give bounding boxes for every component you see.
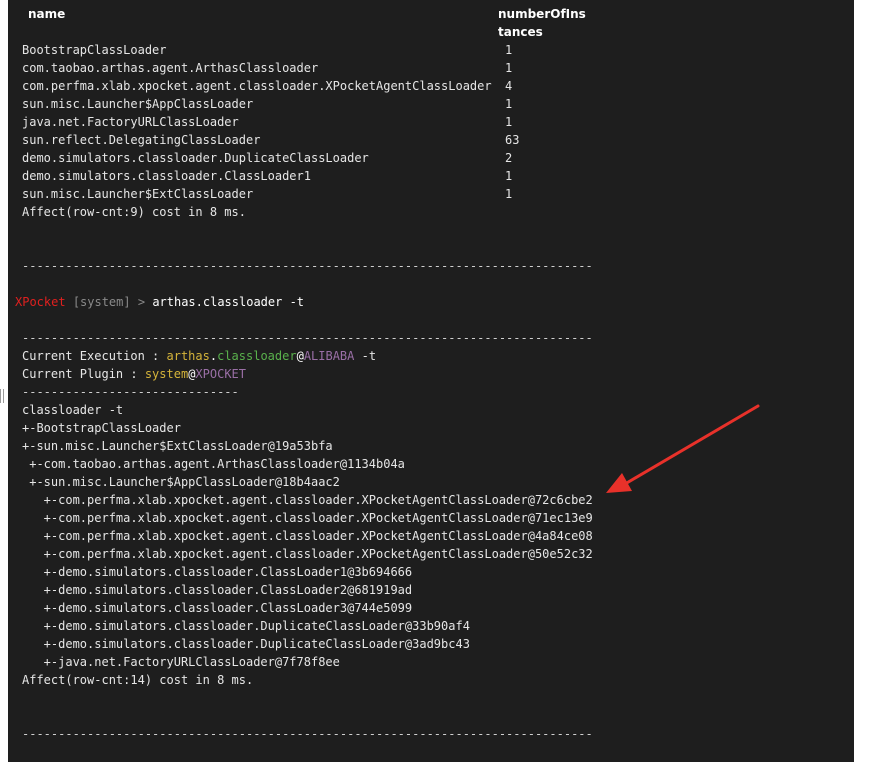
- plugin-name: system: [144, 367, 189, 381]
- separator: ----------------------------------------…: [22, 331, 593, 345]
- affect-summary: Affect(row-cnt:14) cost in 8 ms.: [22, 673, 254, 687]
- execution-vendor: ALIBABA: [303, 349, 355, 363]
- table-row: java.net.FactoryURLClassLoader 1: [22, 113, 512, 131]
- separator: ----------------------------------------…: [22, 727, 593, 741]
- current-execution: Current Execution : arthas.classloader@A…: [22, 347, 376, 365]
- tree-line: +-sun.misc.Launcher$ExtClassLoader@19a53…: [22, 439, 333, 453]
- tree-line: +-com.perfma.xlab.xpocket.agent.classloa…: [22, 547, 593, 561]
- row-count: 1: [505, 43, 513, 57]
- row-name: BootstrapClassLoader: [22, 43, 167, 57]
- execution-args: -t: [354, 349, 377, 363]
- column-header-instances-line1: numberOfIns: [498, 7, 586, 21]
- command-prompt: XPocket [system] > arthas.classloader -t: [15, 293, 304, 311]
- terminal-output: name numberOfIns tances BootstrapClassLo…: [8, 0, 854, 762]
- row-name: com.perfma.xlab.xpocket.agent.classloade…: [22, 79, 492, 93]
- row-name: demo.simulators.classloader.DuplicateCla…: [22, 151, 369, 165]
- execution-at: @: [296, 349, 304, 363]
- tree-line: +-com.perfma.xlab.xpocket.agent.classloa…: [22, 493, 593, 507]
- tree-command: classloader -t: [22, 403, 124, 417]
- execution-dot: .: [209, 349, 218, 363]
- table-row: demo.simulators.classloader.ClassLoader1…: [22, 167, 512, 185]
- tree-line: +-demo.simulators.classloader.ClassLoade…: [22, 565, 413, 579]
- tree-line: +-sun.misc.Launcher$AppClassLoader@18b4a…: [22, 475, 340, 489]
- tree-line: +-demo.simulators.classloader.ClassLoade…: [22, 583, 413, 597]
- row-count: 1: [505, 187, 513, 201]
- execution-command: classloader: [217, 349, 297, 363]
- row-count: 1: [505, 97, 513, 111]
- row-count: 1: [505, 61, 513, 75]
- column-header-instances-line2: tances: [498, 25, 543, 39]
- prompt-arrow: >: [137, 295, 146, 309]
- tree-line: +-com.perfma.xlab.xpocket.agent.classloa…: [22, 529, 593, 543]
- tree-line: +-java.net.FactoryURLClassLoader@7f78f8e…: [22, 655, 340, 669]
- table-row: sun.misc.Launcher$ExtClassLoader 1: [22, 185, 512, 203]
- tree-line: +-demo.simulators.classloader.DuplicateC…: [22, 637, 470, 651]
- execution-label: Current Execution :: [22, 349, 167, 363]
- row-count: 1: [505, 115, 513, 129]
- prompt-app: XPocket: [15, 295, 66, 309]
- separator-short: ------------------------------: [22, 385, 239, 399]
- table-row: sun.misc.Launcher$AppClassLoader 1: [22, 95, 512, 113]
- row-name: demo.simulators.classloader.ClassLoader1: [22, 169, 311, 183]
- row-count: 4: [505, 79, 513, 93]
- plugin-label: Current Plugin :: [22, 367, 145, 381]
- column-header-name: name: [28, 7, 66, 21]
- tree-line: +-BootstrapClassLoader: [22, 421, 181, 435]
- row-count: 2: [505, 151, 513, 165]
- prompt-context: [system]: [72, 295, 131, 309]
- plugin-vendor: XPOCKET: [195, 367, 246, 381]
- row-name: java.net.FactoryURLClassLoader: [22, 115, 239, 129]
- row-name: com.taobao.arthas.agent.ArthasClassloade…: [22, 61, 319, 75]
- tree-line: +-com.perfma.xlab.xpocket.agent.classloa…: [22, 511, 593, 525]
- table-row: BootstrapClassLoader 1: [22, 41, 512, 59]
- row-name: sun.misc.Launcher$ExtClassLoader: [22, 187, 254, 201]
- table-row: com.taobao.arthas.agent.ArthasClassloade…: [22, 59, 512, 77]
- row-count: 1: [505, 169, 513, 183]
- row-count: 63: [505, 133, 520, 147]
- row-name: sun.reflect.DelegatingClassLoader: [22, 133, 261, 147]
- affect-summary: Affect(row-cnt:9) cost in 8 ms.: [22, 205, 246, 219]
- current-plugin: Current Plugin : system@XPOCKET: [22, 365, 246, 383]
- execution-namespace: arthas: [166, 349, 210, 363]
- table-row: demo.simulators.classloader.DuplicateCla…: [22, 149, 512, 167]
- table-row: sun.reflect.DelegatingClassLoader 63: [22, 131, 519, 149]
- table-row: com.perfma.xlab.xpocket.agent.classloade…: [22, 77, 512, 95]
- tree-line: +-demo.simulators.classloader.DuplicateC…: [22, 619, 470, 633]
- tree-line: +-demo.simulators.classloader.ClassLoade…: [22, 601, 413, 615]
- prompt-command: arthas.classloader -t: [152, 295, 305, 309]
- row-name: sun.misc.Launcher$AppClassLoader: [22, 97, 254, 111]
- tree-line: +-com.taobao.arthas.agent.ArthasClassloa…: [22, 457, 405, 471]
- separator: ----------------------------------------…: [22, 259, 593, 273]
- resize-handle[interactable]: [0, 389, 4, 403]
